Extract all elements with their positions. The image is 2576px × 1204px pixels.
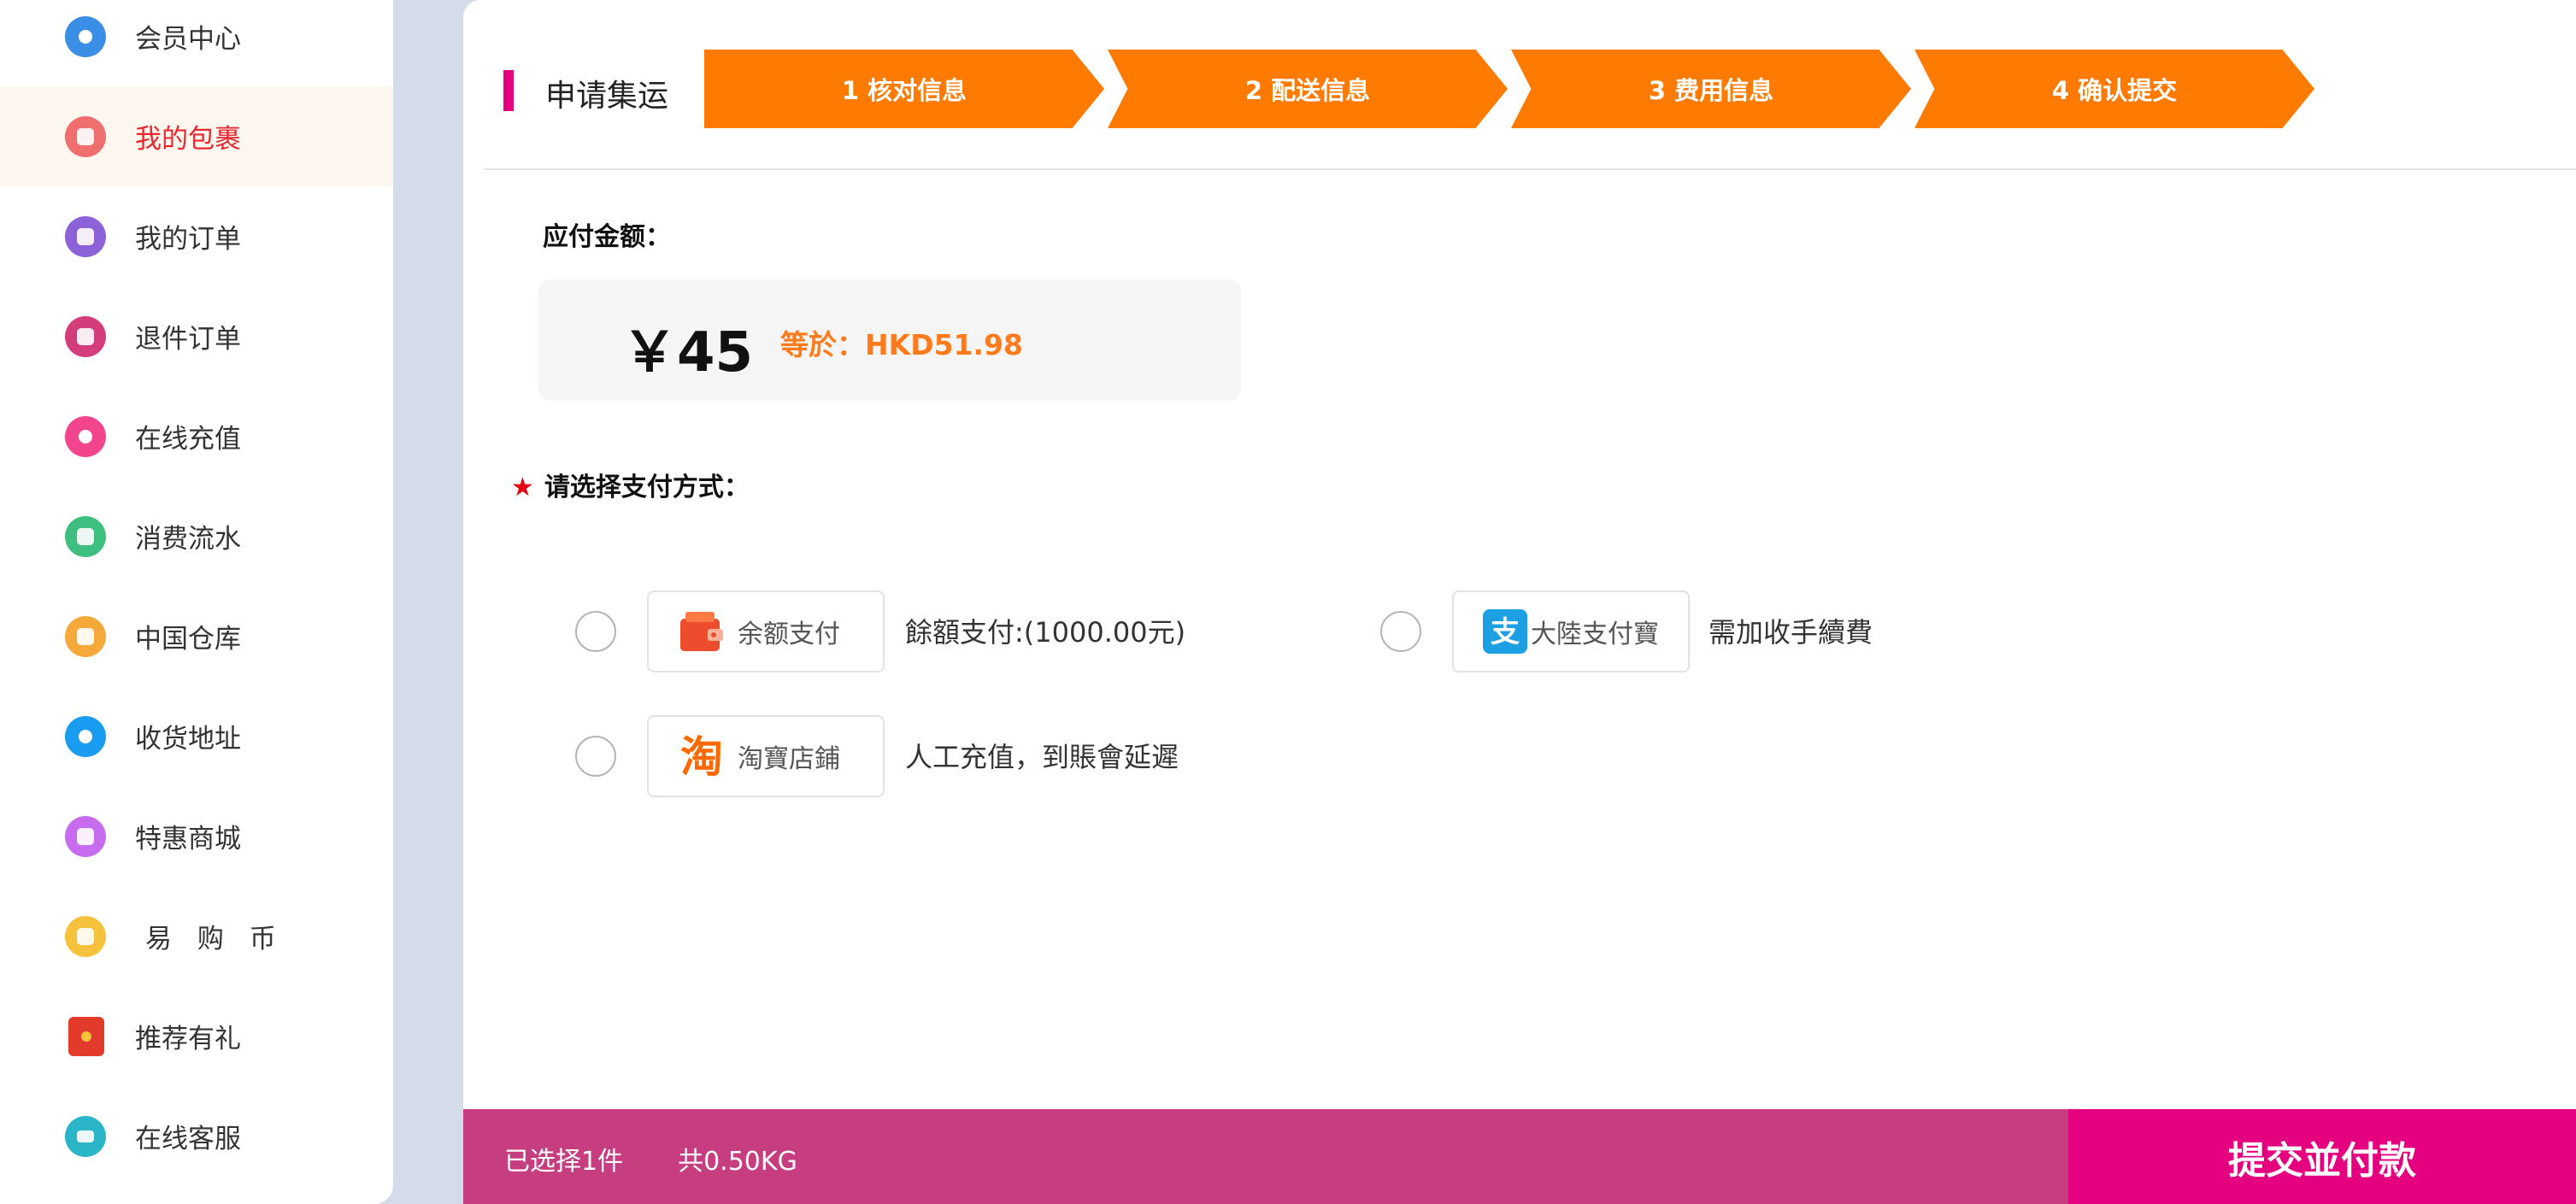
header-divider: [484, 168, 2576, 170]
package-icon: [65, 115, 106, 157]
sidebar-item-label: 收货地址: [135, 724, 241, 755]
payment-option-balance: 余额支付 餘額支付:(1000.00元): [575, 590, 1185, 674]
payment-name-balance: 余额支付: [738, 620, 840, 649]
radio-alipay[interactable]: [1380, 611, 1421, 652]
sidebar-item-label: 退件订单: [135, 324, 241, 355]
consumption-icon: [65, 515, 106, 557]
sidebar-item-label: 易 购 币: [145, 924, 285, 954]
chat-icon: [65, 1115, 106, 1157]
sidebar-item-return-orders[interactable]: 退件订单: [0, 286, 393, 386]
sidebar-item-coins[interactable]: 易 购 币: [0, 886, 393, 986]
selected-count: 已选择1件: [504, 1147, 624, 1177]
sidebar-item-label: 在线充值: [135, 424, 241, 455]
sidebar-item-online-service[interactable]: 在线客服: [0, 1086, 393, 1186]
alipay-icon: 支: [1483, 608, 1527, 655]
return-list-icon: [65, 315, 106, 357]
total-weight: 共0.50KG: [678, 1147, 797, 1177]
selection-summary: 已选择1件 共0.50KG: [504, 1140, 797, 1178]
amount-value: ￥45: [622, 321, 754, 385]
location-icon: [65, 715, 106, 757]
bottom-summary-bar: 已选择1件 共0.50KG 提交並付款: [463, 1109, 2576, 1204]
member-avatar-icon: [65, 15, 106, 57]
sidebar: 会员中心 我的包裹 我的订单 退件订单 在线充值 消费流水 中国仓库 收货地址 …: [0, 0, 393, 1204]
sidebar-item-label: 特惠商城: [135, 824, 241, 855]
step-fee-info: 3 费用信息: [1511, 50, 1911, 128]
payment-option-taobao: 淘 淘寶店鋪 人工充值，到賬會延遲: [575, 715, 1179, 799]
sidebar-item-label: 我的包裹: [135, 124, 241, 155]
svg-text:支: 支: [1491, 615, 1520, 649]
warehouse-icon: [65, 615, 106, 657]
page-title: 申请集运: [545, 79, 669, 114]
sidebar-item-shipping-address[interactable]: 收货地址: [0, 686, 393, 786]
red-envelope-icon: [68, 1016, 104, 1056]
step-verify-info: 1 核对信息: [704, 50, 1104, 128]
sidebar-item-label: 会员中心: [135, 24, 241, 55]
payment-method-text: 请选择支付方式：: [544, 473, 750, 502]
recharge-icon: [65, 415, 106, 457]
step-confirm-submit: 4 确认提交: [1914, 50, 2314, 128]
radio-balance[interactable]: [575, 611, 616, 652]
sidebar-item-consumption[interactable]: 消费流水: [0, 486, 393, 586]
sidebar-item-label: 中国仓库: [135, 624, 241, 655]
step-delivery-info: 2 配送信息: [1108, 50, 1508, 128]
taobao-icon: 淘: [678, 732, 726, 780]
coin-icon: [65, 915, 106, 957]
sidebar-item-my-packages[interactable]: 我的包裹: [0, 86, 393, 186]
payment-card-taobao[interactable]: 淘 淘寶店鋪: [647, 715, 885, 797]
payment-name-taobao: 淘寶店鋪: [738, 744, 840, 774]
amount-label: 应付金额：: [543, 222, 671, 252]
sidebar-item-my-orders[interactable]: 我的订单: [0, 186, 393, 286]
payment-card-alipay[interactable]: 支 大陸支付寶: [1452, 590, 1690, 672]
sidebar-item-special-mall[interactable]: 特惠商城: [0, 786, 393, 886]
payment-card-balance[interactable]: 余额支付: [647, 590, 885, 672]
payment-desc-balance: 餘額支付:(1000.00元): [905, 616, 1186, 649]
title-accent-bar: [503, 70, 514, 111]
sidebar-item-referral-gift[interactable]: 推荐有礼: [0, 986, 393, 1086]
sidebar-item-member-center[interactable]: 会员中心: [0, 0, 393, 86]
amount-box: ￥45 等於：HKD51.98: [538, 279, 1241, 401]
radio-taobao[interactable]: [575, 736, 616, 777]
order-icon: [65, 215, 106, 257]
payment-name-alipay: 大陸支付寶: [1531, 620, 1659, 649]
payment-option-alipay: 支 大陸支付寶 需加收手續費: [1380, 590, 1979, 674]
sidebar-item-label: 推荐有礼: [135, 1024, 241, 1054]
amount-equivalent: 等於：HKD51.98: [780, 328, 1023, 361]
sidebar-item-china-warehouse[interactable]: 中国仓库: [0, 586, 393, 686]
payment-desc-taobao: 人工充值，到賬會延遲: [905, 741, 1179, 773]
sidebar-item-label: 消费流水: [135, 524, 241, 555]
required-star-icon: ★: [511, 473, 534, 502]
sidebar-item-label: 在线客服: [135, 1124, 241, 1154]
wallet-icon: [678, 608, 726, 655]
submit-and-pay-button[interactable]: 提交並付款: [2068, 1109, 2576, 1204]
svg-text:淘: 淘: [680, 732, 723, 780]
shopping-bag-icon: [65, 815, 106, 857]
sidebar-item-label: 我的订单: [135, 224, 241, 255]
payment-desc-alipay: 需加收手續費: [1709, 616, 1873, 649]
sidebar-item-online-recharge[interactable]: 在线充值: [0, 386, 393, 486]
main-panel: 申请集运 1 核对信息 2 配送信息 3 费用信息 4 确认提交 应付金额： ￥…: [463, 0, 2576, 1204]
payment-method-label: ★ 请选择支付方式：: [511, 466, 750, 503]
